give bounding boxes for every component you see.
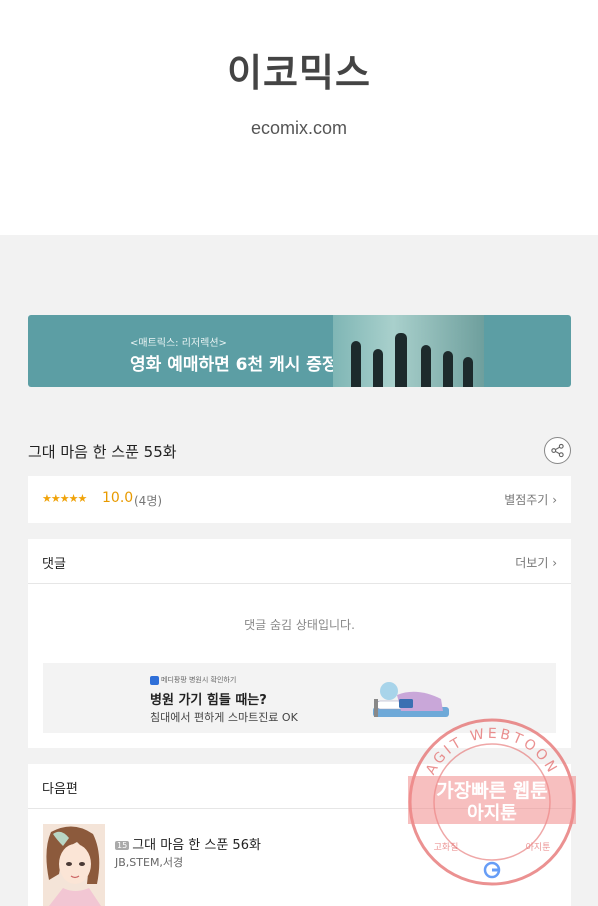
site-url: ecomix.com — [250, 118, 348, 138]
next-episode-title: 15 그대 마음 한 스푼 56화 — [115, 834, 261, 853]
next-episode-thumbnail — [43, 824, 105, 906]
next-episode-header: 다음편 — [28, 764, 571, 809]
rating-card: ★★★★★ 10.0 (4명) 별점주기 › — [28, 476, 571, 523]
promo-banner[interactable]: <매트릭스: 리저렉션> 영화 예매하면 6천 캐시 증정! — [28, 315, 571, 387]
next-episode-authors: JB,STEM,서경 — [115, 856, 184, 869]
share-icon — [551, 443, 564, 458]
episode-title-row: 그대 마음 한 스푼 55화 — [28, 437, 571, 465]
rating-voter-count: (4명) — [134, 494, 163, 508]
promo-banner-subtitle: <매트릭스: 리저렉션> — [130, 338, 227, 349]
chevron-right-icon: › — [552, 556, 557, 570]
episode-title: 그대 마음 한 스푼 55화 — [28, 443, 177, 461]
next-episode-item[interactable]: 15 그대 마음 한 스푼 56화 JB,STEM,서경 — [42, 824, 557, 906]
comments-more-label: 더보기 — [515, 556, 549, 570]
ad-subtitle: 침대에서 편하게 스마트진료 OK — [150, 711, 298, 724]
comments-section: 댓글 더보기 › 댓글 숨김 상태입니다. 메디팡팡 병원시 확인하기 병원 가… — [28, 539, 571, 748]
rate-button-label: 별점주기 — [504, 493, 549, 507]
comments-hidden-notice: 댓글 숨김 상태입니다. — [244, 618, 355, 632]
next-episode-title-text: 그대 마음 한 스푼 56화 — [132, 838, 261, 853]
ad-illustration — [373, 682, 449, 717]
comments-title: 댓글 — [42, 557, 66, 572]
ad-brand-icon — [150, 675, 159, 685]
promo-banner-headline: 영화 예매하면 6천 캐시 증정! — [130, 355, 346, 375]
site-header: 이코믹스 ecomix.com — [0, 0, 598, 235]
ad-badge: 메디팡팡 병원시 확인하기 — [150, 675, 236, 685]
promo-banner-image — [333, 315, 484, 387]
comments-header: 댓글 더보기 › — [28, 539, 571, 584]
next-episode-title-label: 다음편 — [42, 782, 78, 797]
chevron-right-icon: › — [552, 493, 557, 507]
comments-more-button[interactable]: 더보기 › — [515, 554, 557, 571]
rating-score: 10.0 — [102, 490, 134, 506]
share-button[interactable] — [544, 437, 571, 464]
ad-banner[interactable]: 메디팡팡 병원시 확인하기 병원 가기 힘들 때는? 침대에서 편하게 스마트진… — [43, 663, 556, 733]
age-rating-badge: 15 — [115, 841, 130, 850]
site-logo[interactable]: 이코믹스 — [0, 42, 598, 97]
rating-stars: ★★★★★ — [42, 492, 87, 505]
next-episode-section: 다음편 15 그대 마음 한 스푼 56화 JB,STEM,서경 — [28, 764, 571, 906]
ad-badge-text: 메디팡팡 병원시 확인하기 — [161, 676, 237, 684]
rate-button[interactable]: 별점주기 › — [504, 491, 557, 508]
ad-title: 병원 가기 힘들 때는? — [150, 693, 267, 708]
